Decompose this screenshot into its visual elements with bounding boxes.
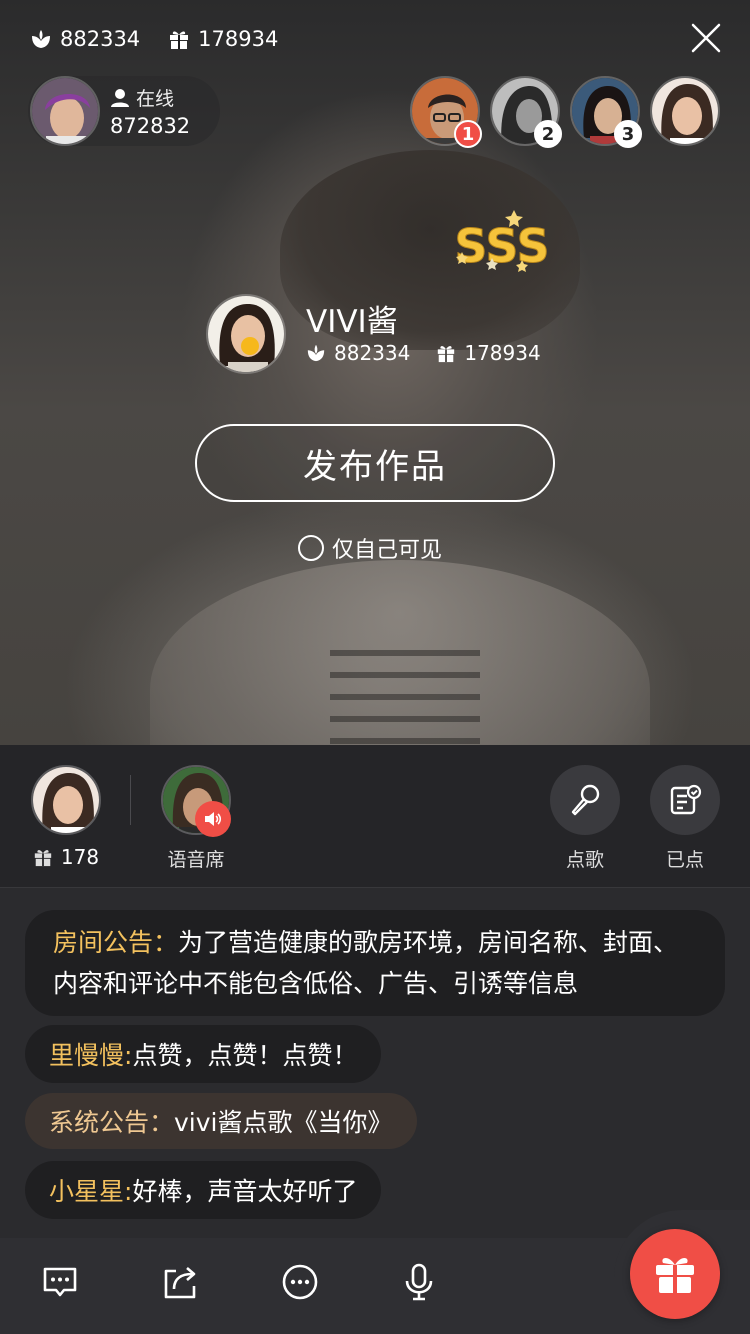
room-gifts: 178934 — [168, 27, 278, 51]
send-gift-button[interactable] — [630, 1229, 720, 1319]
requested-label: 已点 — [665, 849, 704, 871]
chat-message: 小星星: 好棒，声音太好听了 — [25, 1161, 382, 1219]
gift-icon — [34, 850, 52, 867]
rank-3-user[interactable]: 3 — [570, 76, 642, 148]
more-icon[interactable] — [280, 1262, 320, 1302]
gift-icon — [656, 1258, 694, 1293]
anchor-info[interactable]: 在线 872832 — [28, 76, 220, 146]
rank-2-user[interactable]: 2 — [490, 76, 562, 148]
publish-button[interactable]: 发布作品 — [195, 424, 555, 502]
chat-area: 房间公告：为了营造健康的歌房环境，房间名称、封面、内容和评论中不能包含低俗、广告… — [0, 888, 750, 1238]
host-gift-count: 178 — [30, 845, 102, 869]
chat-sender: 房间公告： — [53, 928, 179, 957]
chat-text: 点赞，点赞！点赞！ — [132, 1041, 358, 1070]
room-gifts-count: 178934 — [198, 27, 279, 51]
rank-4-user[interactable] — [650, 76, 720, 146]
flower-icon — [307, 344, 325, 362]
performer-name: VIVI酱 — [306, 304, 398, 340]
voice-seat-label: 语音席 — [167, 849, 225, 871]
song-request-button[interactable]: 点歌 — [550, 765, 620, 872]
grade-text: SSS — [454, 219, 549, 273]
share-icon[interactable] — [160, 1262, 200, 1302]
room-stats: 882334 178934 — [30, 24, 278, 54]
microphone-icon[interactable] — [399, 1262, 439, 1302]
person-icon — [111, 88, 129, 107]
speaker-icon — [205, 812, 222, 826]
performer-stats: 882334 178934 — [306, 341, 541, 365]
rank-4-avatar[interactable] — [650, 76, 720, 146]
anchor-online-label: 在线 — [110, 84, 174, 111]
anchor-avatar[interactable] — [30, 76, 100, 146]
room-likes: 882334 — [30, 27, 140, 51]
private-label: 仅自己可见 — [332, 538, 443, 563]
online-text: 在线 — [136, 88, 175, 110]
song-request-label: 点歌 — [565, 849, 604, 871]
grade-badge: SSS — [454, 210, 550, 274]
microphone-request-icon[interactable] — [550, 765, 620, 835]
seat-divider — [130, 775, 131, 825]
chat-sender: 系统公告： — [49, 1108, 175, 1137]
chat-message-notice: 房间公告：为了营造健康的歌房环境，房间名称、封面、内容和评论中不能包含低俗、广告… — [25, 910, 725, 1016]
rank-1-badge: 1 — [454, 120, 482, 148]
flower-icon — [32, 30, 50, 48]
host-seat-avatar[interactable] — [31, 765, 101, 835]
chat-message: 里慢慢: 点赞，点赞！点赞！ — [25, 1025, 382, 1083]
requested-songs-button[interactable]: 已点 — [650, 765, 720, 872]
seat-bar: 178 语音席 点歌 已点 — [0, 745, 750, 888]
checklist-icon[interactable] — [650, 765, 720, 835]
performer-gifts-count: 178934 — [464, 341, 541, 365]
performer-avatar[interactable] — [206, 294, 286, 374]
gift-icon — [170, 31, 189, 49]
room-likes-count: 882334 — [60, 27, 141, 51]
host-seat[interactable]: 178 — [30, 765, 102, 869]
radio-circle-icon[interactable] — [298, 535, 324, 561]
rank-3-badge: 3 — [614, 120, 642, 148]
host-gift-count-text: 178 — [60, 845, 100, 869]
chat-message-system: 系统公告： vivi酱点歌《当你》 — [25, 1093, 417, 1149]
rank-1-user[interactable]: 1 — [410, 76, 482, 148]
background-stripes — [330, 650, 480, 745]
speaker-badge — [195, 801, 231, 837]
online-count: 872832 — [110, 114, 191, 138]
chat-sender: 小星星: — [49, 1177, 133, 1206]
chat-text: 好棒，声音太好听了 — [132, 1177, 358, 1206]
performer-likes-count: 882334 — [334, 341, 411, 365]
chat-sender: 里慢慢: — [49, 1041, 133, 1070]
performer-gifts: 178934 — [436, 341, 541, 365]
private-visibility-toggle[interactable]: 仅自己可见 — [298, 532, 442, 564]
gift-icon — [438, 346, 455, 363]
comment-icon[interactable] — [40, 1262, 80, 1302]
rank-2-badge: 2 — [534, 120, 562, 148]
voice-seat[interactable]: 语音席 — [160, 765, 232, 872]
close-icon[interactable] — [688, 20, 724, 56]
performer-likes: 882334 — [306, 341, 410, 365]
chat-text: vivi酱点歌《当你》 — [174, 1108, 393, 1137]
